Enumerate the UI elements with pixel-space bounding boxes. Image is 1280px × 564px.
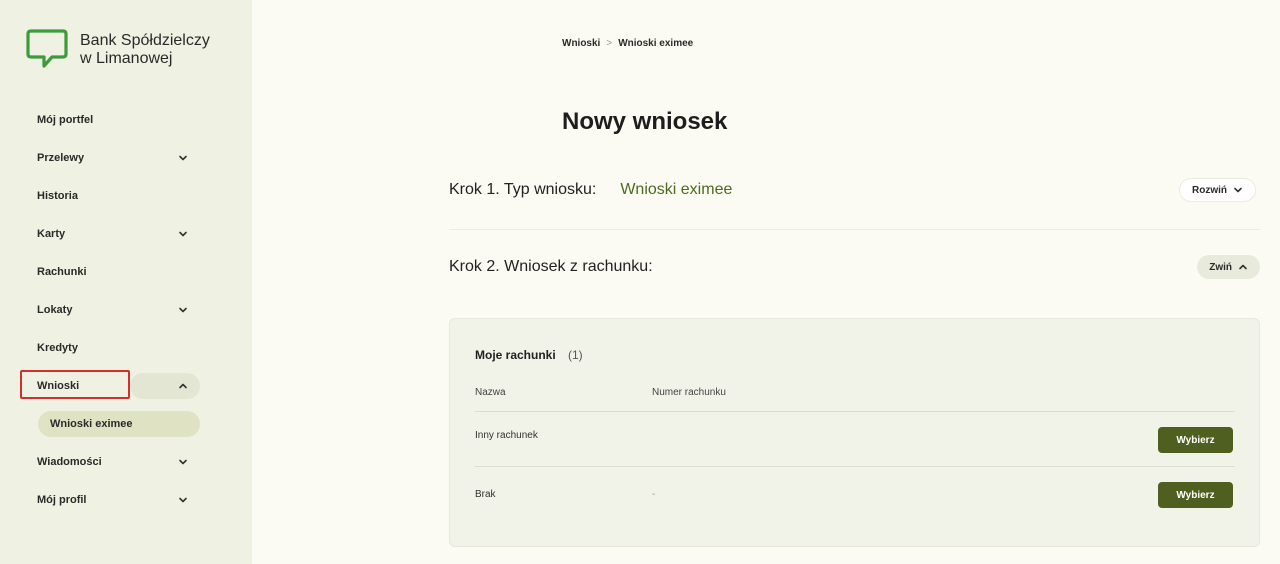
- sidebar-item-wnioski[interactable]: Wnioski: [20, 373, 200, 399]
- chevron-down-icon: [179, 497, 187, 503]
- account-name: Brak: [475, 489, 496, 500]
- page-title: Nowy wniosek: [562, 108, 728, 135]
- step-divider: [449, 229, 1260, 230]
- step-2-label: Krok 2. Wniosek z rachunku:: [449, 258, 653, 275]
- chevron-up-icon: [1239, 264, 1247, 270]
- breadcrumb-separator: >: [606, 38, 613, 49]
- sidebar: Bank Spółdzielczy w Limanowej Mój portfe…: [0, 0, 252, 564]
- breadcrumb: Wnioski > Wnioski eximee: [562, 38, 693, 49]
- collapse-button[interactable]: Zwiń: [1197, 255, 1260, 279]
- sidebar-item-label: Wnioski: [37, 380, 80, 392]
- chevron-down-icon: [1234, 187, 1242, 193]
- sidebar-item-kredyty[interactable]: Kredyty: [20, 335, 200, 361]
- expand-button-label: Rozwiń: [1192, 184, 1227, 196]
- chevron-up-icon: [179, 383, 187, 389]
- sidebar-item-label: Mój profil: [37, 494, 87, 506]
- sidebar-item-label: Mój portfel: [37, 114, 94, 126]
- sidebar-item-rachunki[interactable]: Rachunki: [20, 259, 200, 285]
- sidebar-item-historia[interactable]: Historia: [20, 183, 200, 209]
- select-button[interactable]: Wybierz: [1158, 427, 1233, 453]
- select-button[interactable]: Wybierz: [1158, 482, 1233, 508]
- breadcrumb-item-wnioski-eximee: Wnioski eximee: [618, 38, 694, 49]
- account-name: Inny rachunek: [475, 430, 538, 441]
- expand-button[interactable]: Rozwiń: [1179, 178, 1256, 202]
- sidebar-item-moj-profil[interactable]: Mój profil: [20, 487, 200, 513]
- sidebar-item-label: Przelewy: [37, 152, 85, 164]
- step-1-row: Krok 1. Typ wniosku: Wnioski eximee Rozw…: [449, 178, 1260, 202]
- step-1-value: Wnioski eximee: [620, 181, 733, 198]
- chevron-down-icon: [179, 307, 187, 313]
- sidebar-subitem-wnioski-eximee[interactable]: Wnioski eximee: [38, 411, 200, 437]
- sidebar-item-label: Karty: [37, 228, 66, 240]
- sidebar-item-przelewy[interactable]: Przelewy: [20, 145, 200, 171]
- collapse-button-label: Zwiń: [1209, 261, 1232, 273]
- sidebar-item-label: Lokaty: [37, 304, 73, 316]
- chevron-down-icon: [179, 231, 187, 237]
- bank-name-line2: w Limanowej: [80, 50, 173, 67]
- step-1-label: Krok 1. Typ wniosku:: [449, 181, 597, 198]
- row-divider: [475, 411, 1235, 412]
- select-button-label: Wybierz: [1176, 489, 1215, 501]
- bank-name: Bank Spółdzielczy w Limanowej: [80, 32, 210, 68]
- sidebar-item-label: Wiadomości: [37, 456, 102, 468]
- accounts-card: Moje rachunki (1) Nazwa Numer rachunku I…: [449, 318, 1260, 547]
- column-header-number: Numer rachunku: [652, 387, 726, 398]
- accounts-count: (1): [568, 348, 583, 362]
- bank-logo[interactable]: Bank Spółdzielczy w Limanowej: [22, 28, 210, 70]
- sidebar-subitem-label: Wnioski eximee: [50, 418, 133, 430]
- sidebar-item-label: Historia: [37, 190, 78, 202]
- breadcrumb-item-wnioski[interactable]: Wnioski: [562, 38, 600, 49]
- bank-name-line1: Bank Spółdzielczy: [80, 32, 210, 49]
- column-header-name: Nazwa: [475, 387, 506, 398]
- step-2-row: Krok 2. Wniosek z rachunku: Zwiń: [449, 255, 1260, 279]
- sidebar-item-lokaty[interactable]: Lokaty: [20, 297, 200, 323]
- account-number: -: [652, 489, 656, 500]
- sidebar-item-label: Rachunki: [37, 266, 87, 278]
- accounts-title: Moje rachunki: [475, 348, 556, 362]
- sidebar-item-karty[interactable]: Karty: [20, 221, 200, 247]
- sidebar-item-wiadomosci[interactable]: Wiadomości: [20, 449, 200, 475]
- sidebar-item-label: Kredyty: [37, 342, 78, 354]
- select-button-label: Wybierz: [1176, 434, 1215, 446]
- sidebar-item-moj-portfel[interactable]: Mój portfel: [20, 107, 200, 133]
- chevron-down-icon: [179, 155, 187, 161]
- chevron-down-icon: [179, 459, 187, 465]
- expanded-pill: [130, 373, 200, 399]
- row-divider: [475, 466, 1235, 467]
- bank-logo-icon: [26, 29, 68, 68]
